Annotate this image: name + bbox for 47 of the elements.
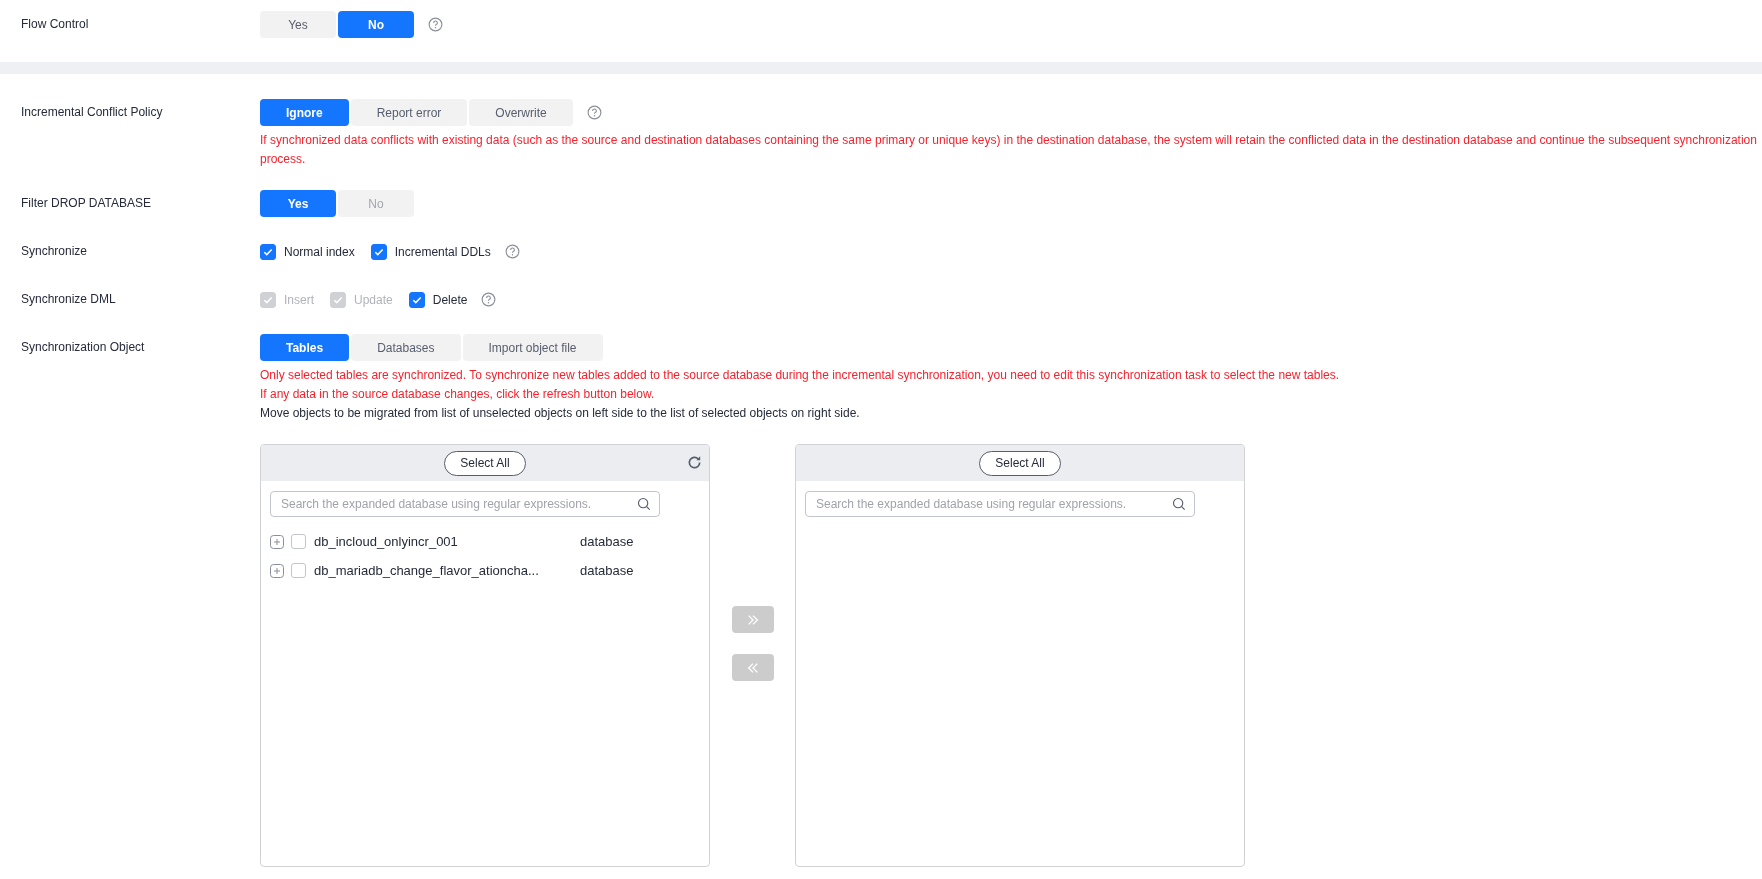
- item-type: database: [580, 563, 634, 578]
- item-type: database: [580, 534, 634, 549]
- select-all-button[interactable]: Select All: [444, 450, 526, 476]
- option-button[interactable]: Report error: [350, 99, 468, 126]
- help-icon[interactable]: [428, 17, 443, 32]
- search-icon: [1172, 497, 1186, 511]
- option-button[interactable]: Yes: [260, 190, 336, 217]
- field-label: Flow Control: [21, 16, 90, 33]
- checkbox[interactable]: [291, 534, 306, 549]
- checkbox-label: Incremental DDLs: [394, 244, 491, 259]
- option-button[interactable]: Databases: [351, 334, 461, 361]
- expand-icon[interactable]: [270, 534, 284, 549]
- field-label: Synchronization Object: [21, 339, 146, 356]
- database-name: db_mariadb_change_flavor_ationcha...: [314, 563, 540, 578]
- select-all-button[interactable]: Select All: [979, 450, 1061, 476]
- option-button[interactable]: Tables: [260, 334, 350, 361]
- field-label: Synchronize DML: [21, 291, 117, 308]
- option-button[interactable]: Yes: [260, 11, 336, 38]
- database-name: db_incloud_onlyincr_001: [314, 534, 459, 549]
- hint-text: Move objects to be migrated from list of unselected objects on left side to the list of selected objects on right side.: [260, 405, 861, 422]
- field-label: Synchronize: [21, 243, 89, 260]
- field-label: Incremental Conflict Policy: [21, 104, 164, 121]
- option-button[interactable]: Overwrite: [469, 99, 573, 126]
- checkbox-label: Delete: [432, 292, 468, 307]
- hint-text: If synchronized data conflicts with existing data (such as the source and destination databases containing the same primary or unique keys) in the destination database, the system will retain the conflicted data in the destination database and continue the subsequent synchronization process.: [260, 132, 1758, 168]
- hint-text: Only selected tables are synchronized. To synchronize new tables added to the source database during the incremental synchronization, you need to edit this synchronization task to select the new tables.: [260, 367, 1341, 384]
- search-field[interactable]: Search the expanded database using regular expressions.: [270, 491, 660, 517]
- search-icon: [637, 497, 651, 511]
- help-icon[interactable]: [586, 105, 602, 120]
- hint-text: If any data in the source database changes, click the refresh button below.: [260, 386, 656, 403]
- refresh-icon[interactable]: [686, 454, 703, 471]
- double-chevron-left-icon: [745, 660, 760, 675]
- help-icon[interactable]: [481, 292, 497, 307]
- option-button[interactable]: Import object file: [462, 334, 603, 361]
- field-label: Filter DROP DATABASE: [21, 195, 153, 212]
- checkbox-label: Normal index: [284, 244, 355, 259]
- checkbox[interactable]: [370, 243, 387, 260]
- checkbox[interactable]: [260, 243, 276, 260]
- checkbox-label: Insert: [284, 292, 314, 307]
- checkbox-label: Update: [354, 292, 393, 307]
- search-field[interactable]: Search the expanded database using regular expressions.: [805, 491, 1195, 517]
- help-icon[interactable]: [504, 244, 520, 259]
- checkbox[interactable]: [291, 563, 306, 578]
- option-button[interactable]: Ignore: [260, 99, 349, 126]
- option-button[interactable]: No: [338, 11, 414, 38]
- expand-icon[interactable]: [270, 563, 284, 578]
- checkbox[interactable]: [408, 291, 425, 308]
